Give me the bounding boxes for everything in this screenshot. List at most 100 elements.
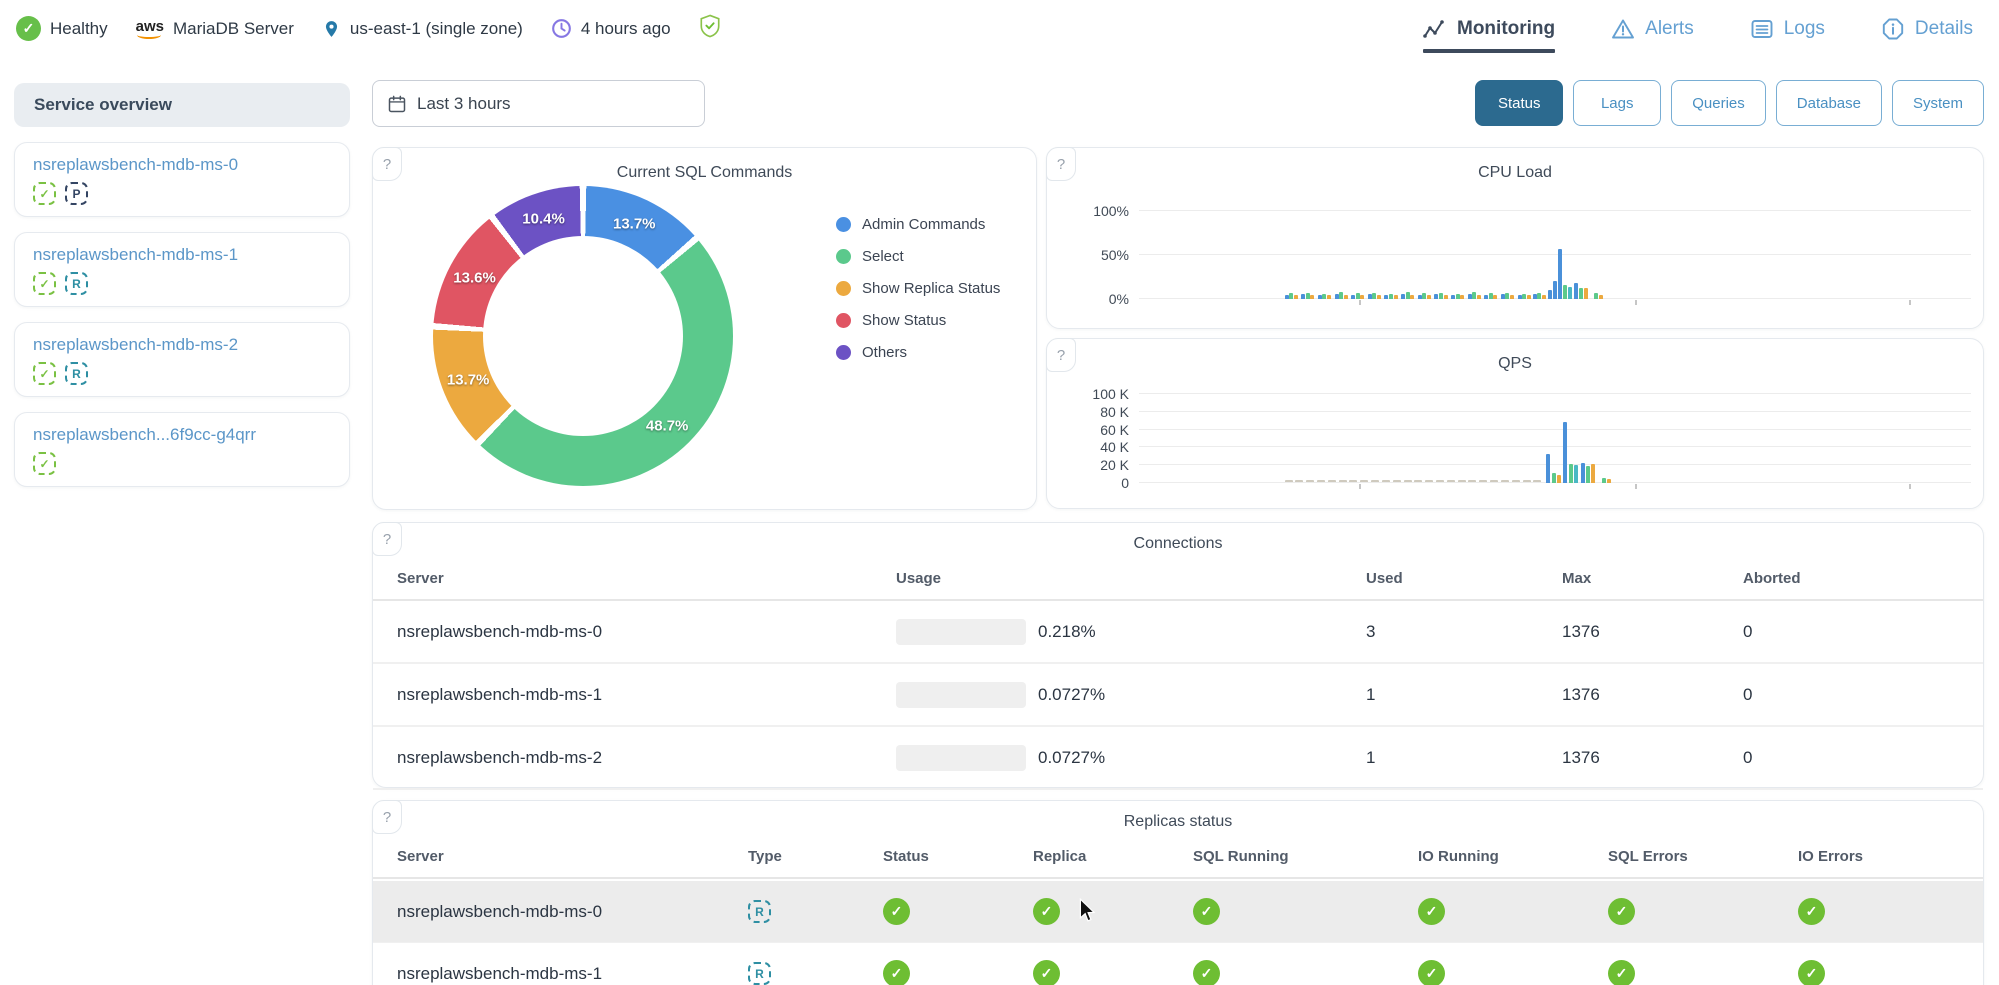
location-pin-icon: [325, 20, 337, 37]
usage-progress-bar: [896, 681, 1026, 708]
sidebar-server-item[interactable]: nsreplawsbench-mdb-ms-1 ✓ R: [14, 232, 350, 307]
tab-monitoring[interactable]: Monitoring: [1423, 0, 1556, 57]
help-button[interactable]: ?: [372, 522, 402, 556]
chart-bar: [1422, 292, 1427, 299]
server-name: nsreplawsbench-mdb-ms-0: [397, 901, 603, 921]
max-value: 1376: [1562, 747, 1600, 767]
sidebar-server-item[interactable]: nsreplawsbench-mdb-ms-2 ✓ R: [14, 322, 350, 397]
chart-bar: [1558, 248, 1563, 299]
chart-bar: [1526, 295, 1531, 299]
chart-bar: [1392, 480, 1401, 482]
healthy-badge: ✓: [33, 182, 56, 205]
legend-item: Show Status: [836, 304, 1000, 336]
y-axis-label: 100%: [1093, 202, 1129, 219]
chart-bar: [1457, 480, 1466, 482]
io-running-cell: ✓: [1418, 898, 1608, 925]
column-header: Server: [397, 569, 444, 587]
replicas-status-card: ? Replicas status Server Type Status Rep…: [372, 800, 1984, 985]
legend-label: Show Status: [862, 311, 947, 329]
used-value: 3: [1366, 621, 1376, 641]
tab-logs[interactable]: Logs: [1750, 0, 1825, 57]
chart-bar: [1532, 293, 1537, 299]
chart-bar: [1284, 480, 1293, 482]
tab-details-label: Details: [1914, 17, 1973, 39]
legend-label: Others: [862, 343, 908, 361]
view-button-lags[interactable]: Lags: [1573, 80, 1662, 126]
legend-color-dot: [836, 344, 851, 360]
time-range-picker[interactable]: Last 3 hours: [372, 80, 705, 127]
help-button[interactable]: ?: [1046, 147, 1076, 181]
server-link[interactable]: nsreplawsbench-mdb-ms-2: [33, 335, 331, 355]
used-value: 1: [1366, 747, 1376, 767]
max-value: 1376: [1562, 684, 1600, 704]
column-header: IO Errors: [1798, 847, 1864, 865]
table-row[interactable]: nsreplawsbench-mdb-ms-0 0.218% 3 1376 0: [373, 601, 1983, 664]
help-button[interactable]: ?: [372, 800, 402, 834]
donut-hole: [483, 236, 683, 436]
chart-bar: [1446, 480, 1455, 482]
type-cell: R: [748, 962, 883, 985]
io-errors-cell: ✓: [1798, 898, 1983, 925]
server-link[interactable]: nsreplawsbench...6f9cc-g4qrr: [33, 425, 331, 445]
chart-bar: [1563, 422, 1568, 483]
io-errors-check-icon: ✓: [1798, 898, 1825, 925]
legend-label: Show Replica Status: [862, 279, 1001, 297]
x-axis-tick: [1909, 300, 1912, 305]
server-name: nsreplawsbench-mdb-ms-1: [397, 963, 603, 983]
chart-bar: [1580, 463, 1585, 483]
chart-bar: [1585, 466, 1590, 483]
view-button-database[interactable]: Database: [1775, 80, 1882, 126]
legend-color-dot: [836, 216, 851, 232]
view-button-status[interactable]: Status: [1475, 80, 1564, 126]
chart-bar: [1338, 480, 1347, 482]
chart-bar: [1410, 294, 1415, 299]
donut-chart: 13.7% 48.7% 13.7% 13.6% 10.4%: [433, 186, 733, 486]
chart-bar: [1327, 295, 1332, 299]
gridline: [1139, 209, 1971, 211]
tab-details[interactable]: Details: [1881, 0, 1973, 57]
chart-bar: [1574, 465, 1579, 483]
column-header: Type: [748, 847, 782, 865]
tab-alerts[interactable]: Alerts: [1611, 0, 1694, 57]
io-errors-cell: ✓: [1798, 960, 1983, 985]
chart-bar: [1403, 480, 1412, 482]
server-link[interactable]: nsreplawsbench-mdb-ms-0: [33, 155, 331, 175]
table-row[interactable]: nsreplawsbench-mdb-ms-1 R ✓ ✓ ✓ ✓ ✓ ✓: [373, 943, 1983, 985]
chart-bar: [1334, 293, 1339, 299]
chart-bar: [1310, 294, 1315, 299]
view-button-queries[interactable]: Queries: [1671, 80, 1766, 126]
mouse-cursor: [1079, 898, 1096, 922]
table-row[interactable]: nsreplawsbench-mdb-ms-0 R ✓ ✓ ✓ ✓ ✓ ✓: [373, 881, 1983, 943]
table-row[interactable]: nsreplawsbench-mdb-ms-2 0.0727% 1 1376 0: [373, 727, 1983, 790]
y-axis-label: 0: [1121, 475, 1129, 491]
sql-errors-check-icon: ✓: [1608, 898, 1635, 925]
usage-cell: 0.0727%: [896, 681, 1366, 708]
chart-bar: [1505, 292, 1510, 299]
chart-bar: [1455, 293, 1460, 299]
chart-bar: [1476, 294, 1481, 299]
tab-alerts-label: Alerts: [1645, 17, 1694, 39]
sql-running-check-icon: ✓: [1193, 898, 1220, 925]
help-button[interactable]: ?: [1046, 338, 1076, 372]
chart-bar: [1500, 293, 1505, 299]
sidebar-server-item[interactable]: nsreplawsbench...6f9cc-g4qrr ✓: [14, 412, 350, 487]
sidebar-server-item[interactable]: nsreplawsbench-mdb-ms-0 ✓ P: [14, 142, 350, 217]
chart-bar: [1339, 291, 1344, 299]
gridline: [1139, 253, 1971, 255]
view-button-system[interactable]: System: [1891, 80, 1984, 126]
chart-bar: [1451, 294, 1455, 299]
help-button[interactable]: ?: [372, 147, 402, 181]
chart-bar: [1393, 295, 1398, 299]
chart-bar: [1301, 293, 1306, 299]
usage-value: 0.0727%: [1038, 747, 1106, 767]
sql-running-check-icon: ✓: [1193, 960, 1220, 985]
table-row[interactable]: nsreplawsbench-mdb-ms-1 0.0727% 1 1376 0: [373, 664, 1983, 727]
gridline: [1139, 446, 1971, 448]
replica-cell: ✓: [1033, 960, 1193, 985]
chart-bar: [1351, 294, 1356, 299]
chart-bar: [1425, 480, 1434, 482]
replica-check-icon: ✓: [1033, 960, 1060, 985]
usage-progress-bar: [896, 618, 1026, 645]
chart-bar: [1355, 292, 1360, 299]
server-link[interactable]: nsreplawsbench-mdb-ms-1: [33, 245, 331, 265]
